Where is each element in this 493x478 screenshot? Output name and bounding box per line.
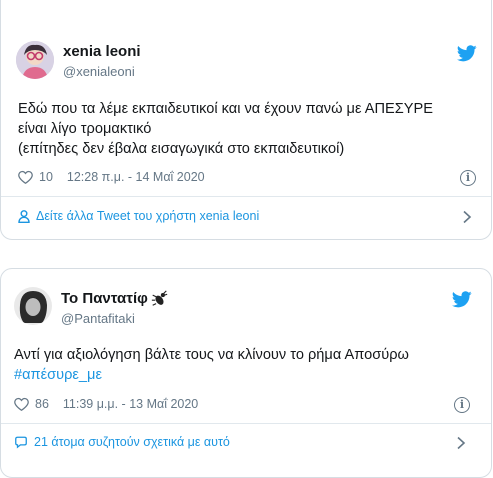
avatar-image bbox=[16, 41, 54, 79]
like-count[interactable]: 86 bbox=[35, 397, 49, 411]
conversation-link[interactable]: 21 άτομα συζητούν σχετικά με αυτό bbox=[14, 435, 230, 449]
timestamp[interactable]: 11:39 μ.μ. - 13 Μαΐ 2020 bbox=[63, 397, 198, 411]
tweet-text: Αντί για αξιολόγηση βάλτε τους να κλίνου… bbox=[14, 345, 479, 385]
tweet-text-line: (επίτηδες δεν έβαλα εισαγωγικά στο εκπαι… bbox=[18, 141, 345, 157]
author-handle[interactable]: @xenialeoni bbox=[63, 64, 135, 79]
hashtag-link[interactable]: #απέσυρε_με bbox=[14, 365, 479, 385]
info-icon[interactable]: i bbox=[460, 170, 476, 186]
tweet-meta: 10 12:28 π.μ. - 14 Μαΐ 2020 bbox=[18, 170, 205, 184]
avatar[interactable] bbox=[14, 287, 52, 325]
heart-icon[interactable] bbox=[14, 397, 29, 411]
tweet-text-line: είναι λίγο τρομακτικό bbox=[18, 121, 152, 137]
avatar-image bbox=[14, 287, 52, 325]
tweet-card-2: Το Παντατίφ @Pantafitaki Αντί για αξιολό… bbox=[0, 268, 492, 478]
avatar[interactable] bbox=[16, 41, 54, 79]
comment-icon bbox=[15, 436, 27, 449]
more-tweets-link[interactable]: Δείτε άλλα Tweet του χρήστη xenia leoni bbox=[18, 209, 259, 223]
conversation-label[interactable]: 21 άτομα συζητούν σχετικά με αυτό bbox=[34, 435, 230, 449]
twitter-bird-icon[interactable] bbox=[452, 291, 472, 308]
info-icon[interactable]: i bbox=[454, 397, 470, 413]
tweet-text-line: Αντί για αξιολόγηση βάλτε τους να κλίνου… bbox=[14, 347, 409, 363]
timestamp[interactable]: 12:28 π.μ. - 14 Μαΐ 2020 bbox=[67, 170, 205, 184]
divider bbox=[1, 196, 491, 197]
bug-emoji-icon bbox=[151, 290, 168, 306]
user-icon bbox=[18, 209, 30, 223]
author-name[interactable]: Το Παντατίφ bbox=[61, 290, 148, 307]
tweet-text: Εδώ που τα λέμε εκπαιδευτικοί και να έχο… bbox=[18, 99, 478, 159]
tweet-text-line: Εδώ που τα λέμε εκπαιδευτικοί και να έχο… bbox=[18, 101, 433, 117]
twitter-bird-icon[interactable] bbox=[457, 45, 477, 62]
author-name[interactable]: xenia leoni bbox=[63, 43, 141, 60]
more-tweets-label[interactable]: Δείτε άλλα Tweet του χρήστη xenia leoni bbox=[36, 209, 259, 223]
author-handle[interactable]: @Pantafitaki bbox=[61, 311, 135, 326]
heart-icon[interactable] bbox=[18, 170, 33, 184]
tweet-meta: 86 11:39 μ.μ. - 13 Μαΐ 2020 bbox=[14, 397, 198, 411]
chevron-right-icon[interactable] bbox=[455, 436, 467, 450]
chevron-right-icon[interactable] bbox=[461, 210, 473, 224]
divider bbox=[1, 423, 491, 424]
tweet-card-1: xenia leoni @xenialeoni Εδώ που τα λέμε … bbox=[0, 0, 492, 240]
like-count[interactable]: 10 bbox=[39, 170, 53, 184]
